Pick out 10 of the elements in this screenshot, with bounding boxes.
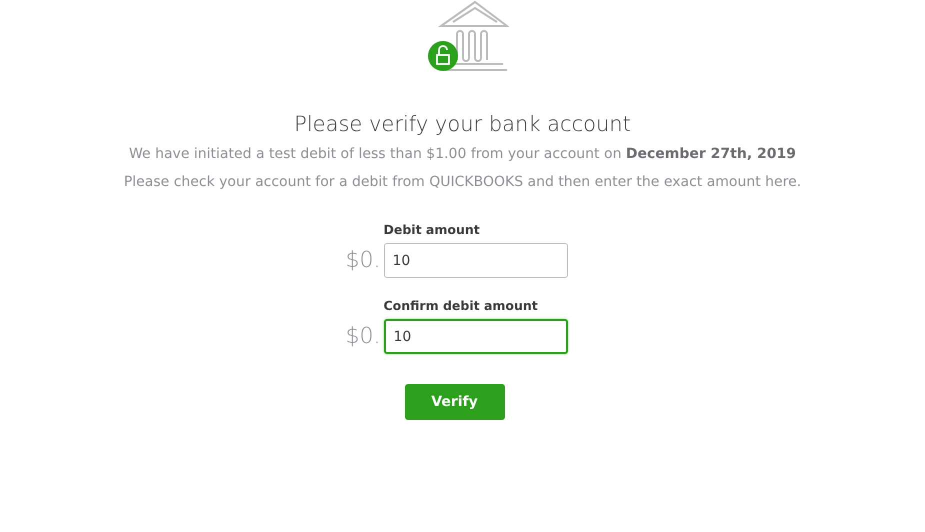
instruction-text: Please check your account for a debit from QUICKBOOKS and then enter the exact amount here. [124,174,802,190]
field-label: Confirm debit amount [384,298,539,313]
amount-field[interactable]: 10 [384,243,568,278]
bank-lock-icon [426,0,508,74]
amount-field[interactable]: 10 [384,319,568,354]
page-title: Please verify your bank account [294,112,631,136]
currency-prefix: $0. [346,248,382,273]
instruction-text: We have initiated a test debit of less than $1.00 from your account on December 27th, 2019 [129,146,796,162]
field-label: Debit amount [384,222,481,237]
currency-prefix: $0. [346,324,382,349]
